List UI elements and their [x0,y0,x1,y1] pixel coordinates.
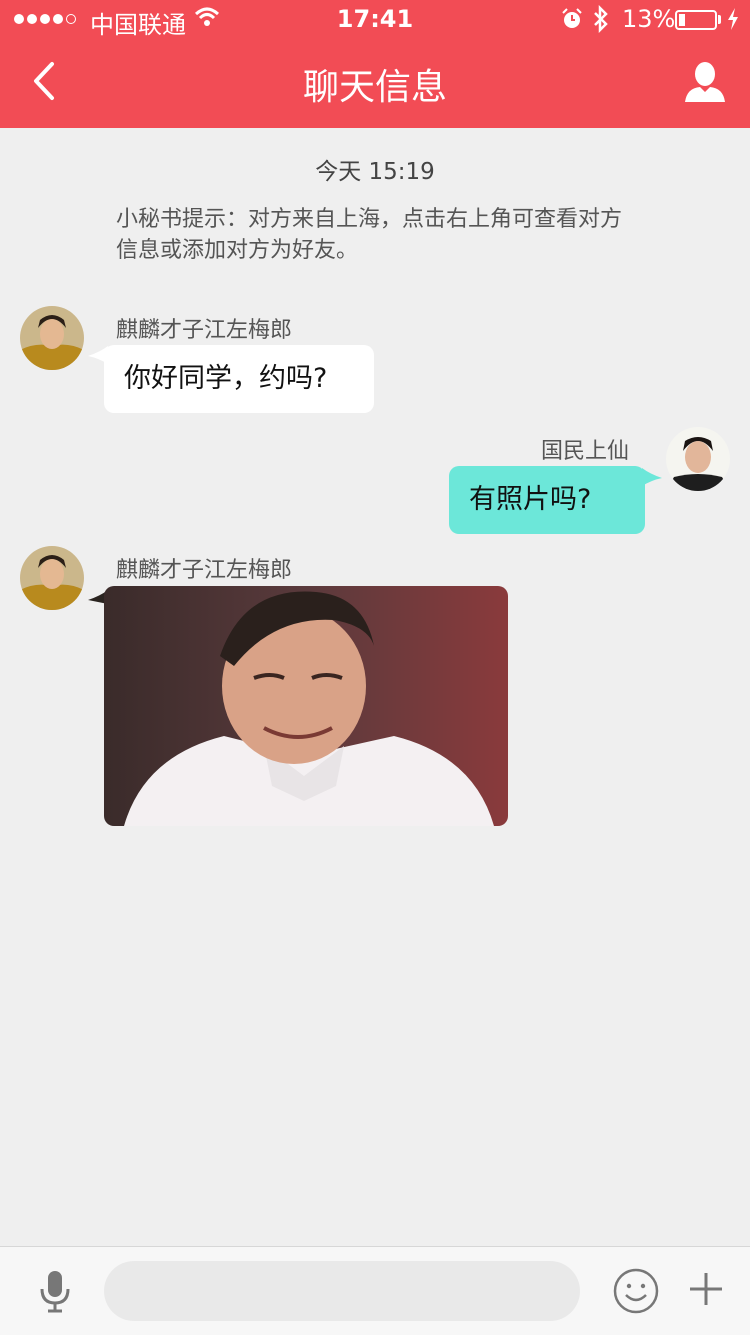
microphone-icon[interactable] [36,1269,74,1313]
plus-icon[interactable] [686,1269,726,1309]
sender-name: 麒麟才子江左梅郎 [116,558,293,583]
my-avatar[interactable] [666,427,730,491]
bubble-tail [642,468,662,486]
battery-icon [675,10,717,30]
sender-avatar[interactable] [20,306,84,370]
sender-name: 国民上仙 [541,439,630,464]
alarm-icon [562,8,582,28]
user-profile-icon[interactable] [682,60,728,106]
system-tip: 小秘书提示：对方来自上海，点击右上角可查看对方信息或添加对方为好友。 [116,207,623,263]
message-input[interactable] [104,1261,580,1321]
emoji-icon[interactable] [612,1267,660,1315]
message-bubble[interactable]: 有照片吗? [449,466,645,534]
sender-name: 麒麟才子江左梅郎 [116,318,293,343]
message-bubble[interactable]: 你好同学，约吗? [104,345,374,413]
header: 中国联通 17:41 13% 聊天信息 [0,0,750,128]
page-title: 聊天信息 [302,67,447,108]
sender-avatar[interactable] [20,546,84,610]
battery-percentage: 13% [622,5,676,33]
input-bar [0,1246,750,1335]
chat-timestamp: 今天 15:19 [315,159,435,185]
bluetooth-icon [594,5,608,33]
image-message[interactable] [104,586,508,826]
status-bar: 中国联通 17:41 13% [0,0,750,40]
charging-icon [728,8,738,30]
